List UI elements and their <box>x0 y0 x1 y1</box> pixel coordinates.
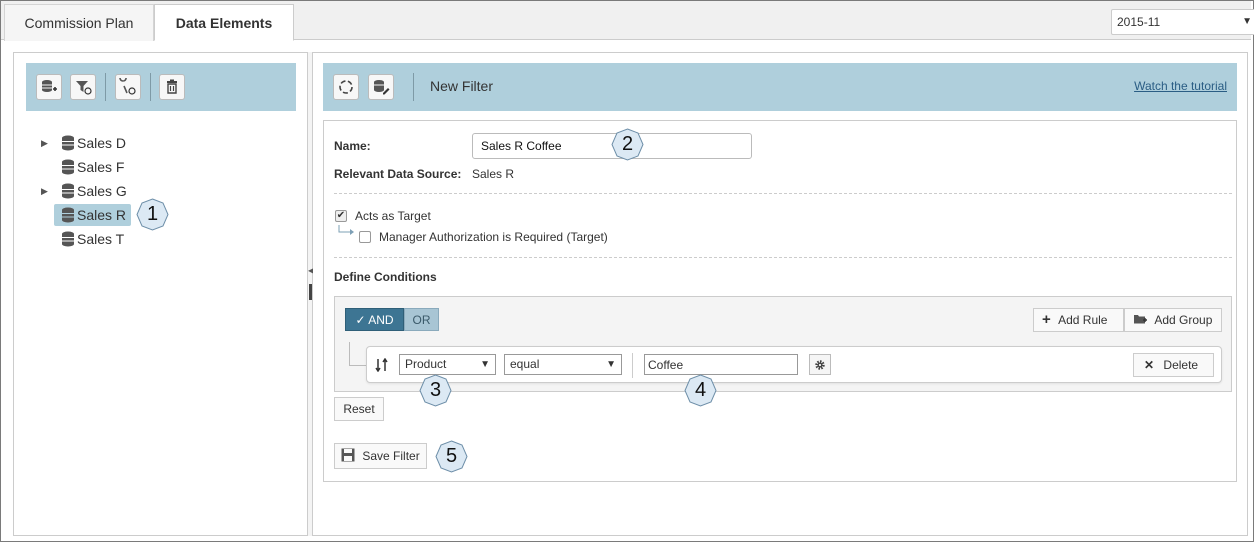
period-value: 2015-11 <box>1117 15 1161 29</box>
toolbar-separator <box>105 73 106 101</box>
toolbar-separator <box>150 73 151 101</box>
condition-group: ✓ AND OR + Add Rule Add Group Product ▼ … <box>334 296 1232 392</box>
rule-settings-button[interactable] <box>809 354 831 375</box>
sort-handle-icon[interactable] <box>375 358 389 372</box>
rule-field-select[interactable]: Product ▼ <box>399 354 496 375</box>
delete-button[interactable] <box>159 74 185 100</box>
save-filter-label: Save Filter <box>362 449 420 463</box>
tree-item-label: Sales G <box>77 183 127 199</box>
sub-option-connector-icon <box>338 225 354 235</box>
filter-icon <box>76 81 92 95</box>
caret-right-icon[interactable]: ▶ <box>41 181 51 201</box>
delete-label: Delete <box>1163 358 1199 372</box>
panel-title: New Filter <box>430 78 494 94</box>
database-icon <box>62 207 74 223</box>
database-icon <box>62 231 74 247</box>
manager-authorization-checkbox[interactable] <box>359 231 371 243</box>
callout-5: 5 <box>435 440 468 473</box>
data-settings-icon <box>119 78 136 95</box>
filter-editor-panel: New Filter Watch the tutorial Name: Rele… <box>313 52 1248 536</box>
close-icon: ✕ <box>1144 358 1155 372</box>
save-filter-button[interactable]: Save Filter <box>334 443 427 469</box>
tree-item-label: Sales T <box>77 231 125 247</box>
tab-data-elements[interactable]: Data Elements <box>154 4 294 41</box>
plus-icon: + <box>1042 311 1051 328</box>
reset-button[interactable]: Reset <box>334 397 384 421</box>
rule-separator <box>632 353 633 378</box>
toolbar-separator <box>413 73 414 101</box>
right-toolbar: New Filter Watch the tutorial <box>323 63 1237 111</box>
database-icon <box>62 183 74 199</box>
rule-connector <box>349 342 367 366</box>
tree-item-label: Sales F <box>77 159 125 175</box>
and-label: AND <box>368 313 394 327</box>
define-conditions-label: Define Conditions <box>334 270 437 284</box>
data-edit-button[interactable] <box>368 74 394 100</box>
gear-icon <box>815 359 825 370</box>
rule-field-value: Product <box>405 357 447 371</box>
divider <box>334 257 1232 258</box>
delete-rule-button[interactable]: ✕ Delete <box>1133 353 1214 377</box>
rule-operator-value: equal <box>510 357 540 371</box>
relevant-data-source-value: Sales R <box>472 167 515 181</box>
add-group-label: Add Group <box>1154 313 1213 327</box>
acts-as-target-label: Acts as Target <box>355 209 431 223</box>
tree-item-label: Sales D <box>77 135 127 151</box>
callout-2: 2 <box>611 128 644 161</box>
add-rule-label: Add Rule <box>1058 313 1108 327</box>
name-label: Name: <box>334 139 371 153</box>
tab-commission-plan[interactable]: Commission Plan <box>4 4 154 41</box>
chevron-down-icon: ▼ <box>480 359 490 370</box>
acts-as-target-checkbox[interactable]: ✔ <box>335 210 347 222</box>
database-icon <box>62 159 74 175</box>
tree-item-label: Sales R <box>77 207 127 223</box>
callout-1: 1 <box>136 198 169 231</box>
check-icon: ✓ <box>355 313 369 327</box>
refresh-button[interactable] <box>333 74 359 100</box>
filter-form: Name: Relevant Data Source: Sales R ✔ Ac… <box>323 120 1237 482</box>
callout-4: 4 <box>684 374 717 407</box>
database-icon <box>62 135 74 151</box>
add-group-button[interactable]: Add Group <box>1124 308 1222 332</box>
left-toolbar <box>26 63 296 111</box>
add-data-source-button[interactable] <box>36 74 62 100</box>
data-settings-button[interactable] <box>115 74 141 100</box>
or-toggle-button[interactable]: OR <box>404 308 439 331</box>
chevron-down-icon: ▼ <box>1242 16 1252 27</box>
data-edit-icon <box>374 80 390 95</box>
rule-row: Product ▼ equal ▼ ✕ <box>366 346 1222 383</box>
rule-operator-select[interactable]: equal ▼ <box>504 354 622 375</box>
add-data-source-icon <box>42 80 57 92</box>
manager-authorization-label: Manager Authorization is Required (Targe… <box>379 230 608 244</box>
data-elements-panel: ▶ Sales D Sales F ▶ Sales G Sales R Sale… <box>13 52 307 536</box>
tab-bar: Commission Plan Data Elements 2015-11 ▼ <box>1 1 1254 41</box>
callout-3: 3 <box>419 374 452 407</box>
divider <box>334 193 1232 194</box>
refresh-icon <box>339 80 353 94</box>
add-rule-button[interactable]: + Add Rule <box>1033 308 1124 332</box>
add-folder-icon <box>1134 315 1147 324</box>
chevron-down-icon: ▼ <box>606 359 616 370</box>
splitter-grip[interactable] <box>309 284 312 300</box>
add-filter-button[interactable] <box>70 74 96 100</box>
and-toggle-button[interactable]: ✓ AND <box>345 308 404 331</box>
trash-icon <box>167 79 177 94</box>
rule-value-input[interactable] <box>644 354 798 375</box>
watch-tutorial-link[interactable]: Watch the tutorial <box>1134 79 1227 93</box>
caret-right-icon[interactable]: ▶ <box>41 133 51 153</box>
save-icon <box>341 448 355 462</box>
period-select[interactable]: 2015-11 ▼ <box>1111 9 1254 35</box>
relevant-data-source-label: Relevant Data Source: <box>334 167 462 181</box>
